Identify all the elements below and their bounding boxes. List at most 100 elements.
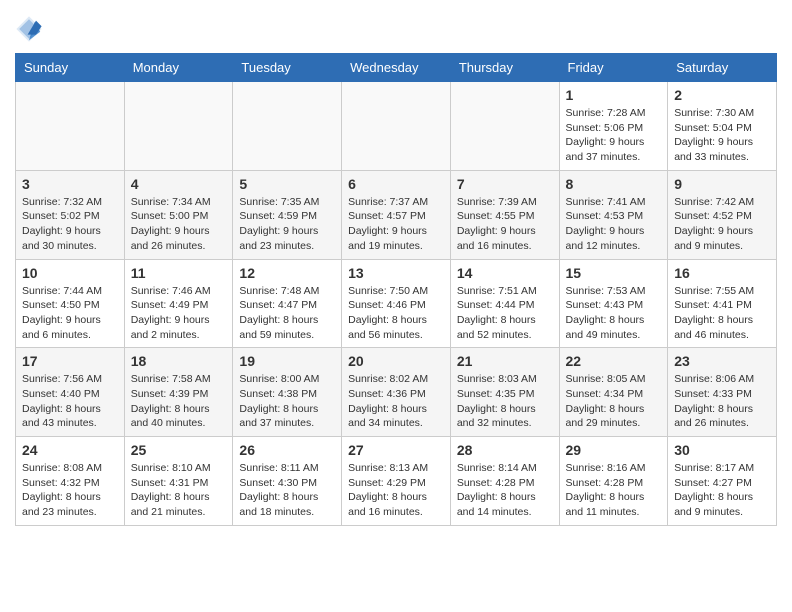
day-cell: 26 Sunrise: 8:11 AMSunset: 4:30 PMDayligh…: [233, 437, 342, 526]
day-number: 21: [457, 353, 553, 369]
day-number: 10: [22, 265, 118, 281]
day-number: 1: [566, 87, 662, 103]
day-cell: 8 Sunrise: 7:41 AMSunset: 4:53 PMDaylight…: [559, 170, 668, 259]
header-friday: Friday: [559, 54, 668, 82]
day-info: Sunrise: 7:28 AMSunset: 5:06 PMDaylight:…: [566, 106, 662, 165]
day-info: Sunrise: 8:05 AMSunset: 4:34 PMDaylight:…: [566, 372, 662, 431]
week-row-5: 24Sunrise: 8:08 AMSunset: 4:32 PMDayligh…: [16, 437, 777, 526]
day-number: 29: [566, 442, 662, 458]
day-info: Sunrise: 8:10 AMSunset: 4:31 PMDaylight:…: [131, 461, 227, 520]
day-number: 25: [131, 442, 227, 458]
header-saturday: Saturday: [668, 54, 777, 82]
calendar-header: SundayMondayTuesdayWednesdayThursdayFrid…: [16, 54, 777, 82]
logo-icon: [15, 15, 43, 43]
day-number: 5: [239, 176, 335, 192]
week-row-3: 10Sunrise: 7:44 AMSunset: 4:50 PMDayligh…: [16, 259, 777, 348]
day-cell: 16 Sunrise: 7:55 AMSunset: 4:41 PMDayligh…: [668, 259, 777, 348]
day-cell: 18 Sunrise: 7:58 AMSunset: 4:39 PMDayligh…: [124, 348, 233, 437]
day-number: 14: [457, 265, 553, 281]
day-info: Sunrise: 7:46 AMSunset: 4:49 PMDaylight:…: [131, 284, 227, 343]
day-number: 7: [457, 176, 553, 192]
day-info: Sunrise: 7:42 AMSunset: 4:52 PMDaylight:…: [674, 195, 770, 254]
day-cell: 11 Sunrise: 7:46 AMSunset: 4:49 PMDayligh…: [124, 259, 233, 348]
header-tuesday: Tuesday: [233, 54, 342, 82]
day-number: 30: [674, 442, 770, 458]
day-info: Sunrise: 7:53 AMSunset: 4:43 PMDaylight:…: [566, 284, 662, 343]
day-info: Sunrise: 7:30 AMSunset: 5:04 PMDaylight:…: [674, 106, 770, 165]
day-number: 2: [674, 87, 770, 103]
day-cell: 1 Sunrise: 7:28 AMSunset: 5:06 PMDaylight…: [559, 82, 668, 171]
day-number: 28: [457, 442, 553, 458]
day-cell: [342, 82, 451, 171]
day-info: Sunrise: 8:00 AMSunset: 4:38 PMDaylight:…: [239, 372, 335, 431]
day-number: 16: [674, 265, 770, 281]
header-wednesday: Wednesday: [342, 54, 451, 82]
day-cell: 13 Sunrise: 7:50 AMSunset: 4:46 PMDayligh…: [342, 259, 451, 348]
day-number: 19: [239, 353, 335, 369]
day-number: 3: [22, 176, 118, 192]
header-row: SundayMondayTuesdayWednesdayThursdayFrid…: [16, 54, 777, 82]
day-cell: 15 Sunrise: 7:53 AMSunset: 4:43 PMDayligh…: [559, 259, 668, 348]
day-info: Sunrise: 8:08 AMSunset: 4:32 PMDaylight:…: [22, 461, 118, 520]
day-number: 18: [131, 353, 227, 369]
week-row-4: 17 Sunrise: 7:56 AMSunset: 4:40 PMDayligh…: [16, 348, 777, 437]
day-cell: 25 Sunrise: 8:10 AMSunset: 4:31 PMDayligh…: [124, 437, 233, 526]
day-number: 13: [348, 265, 444, 281]
day-number: 15: [566, 265, 662, 281]
day-number: 22: [566, 353, 662, 369]
day-info: Sunrise: 7:39 AMSunset: 4:55 PMDaylight:…: [457, 195, 553, 254]
day-cell: 23 Sunrise: 8:06 AMSunset: 4:33 PMDayligh…: [668, 348, 777, 437]
day-cell: 24Sunrise: 8:08 AMSunset: 4:32 PMDayligh…: [16, 437, 125, 526]
day-cell: 22 Sunrise: 8:05 AMSunset: 4:34 PMDayligh…: [559, 348, 668, 437]
day-info: Sunrise: 7:55 AMSunset: 4:41 PMDaylight:…: [674, 284, 770, 343]
day-cell: 4 Sunrise: 7:34 AMSunset: 5:00 PMDaylight…: [124, 170, 233, 259]
day-info: Sunrise: 8:17 AMSunset: 4:27 PMDaylight:…: [674, 461, 770, 520]
day-number: 20: [348, 353, 444, 369]
day-cell: 7 Sunrise: 7:39 AMSunset: 4:55 PMDaylight…: [450, 170, 559, 259]
week-row-1: 1 Sunrise: 7:28 AMSunset: 5:06 PMDaylight…: [16, 82, 777, 171]
day-info: Sunrise: 7:50 AMSunset: 4:46 PMDaylight:…: [348, 284, 444, 343]
day-info: Sunrise: 7:48 AMSunset: 4:47 PMDaylight:…: [239, 284, 335, 343]
day-cell: 19 Sunrise: 8:00 AMSunset: 4:38 PMDayligh…: [233, 348, 342, 437]
day-info: Sunrise: 8:16 AMSunset: 4:28 PMDaylight:…: [566, 461, 662, 520]
day-cell: 12 Sunrise: 7:48 AMSunset: 4:47 PMDayligh…: [233, 259, 342, 348]
day-info: Sunrise: 7:58 AMSunset: 4:39 PMDaylight:…: [131, 372, 227, 431]
day-number: 17: [22, 353, 118, 369]
day-info: Sunrise: 7:56 AMSunset: 4:40 PMDaylight:…: [22, 372, 118, 431]
day-cell: 27 Sunrise: 8:13 AMSunset: 4:29 PMDayligh…: [342, 437, 451, 526]
calendar-table: SundayMondayTuesdayWednesdayThursdayFrid…: [15, 53, 777, 526]
day-info: Sunrise: 7:51 AMSunset: 4:44 PMDaylight:…: [457, 284, 553, 343]
day-info: Sunrise: 7:34 AMSunset: 5:00 PMDaylight:…: [131, 195, 227, 254]
day-number: 6: [348, 176, 444, 192]
day-info: Sunrise: 7:32 AMSunset: 5:02 PMDaylight:…: [22, 195, 118, 254]
day-number: 23: [674, 353, 770, 369]
day-cell: 10Sunrise: 7:44 AMSunset: 4:50 PMDayligh…: [16, 259, 125, 348]
day-cell: 2 Sunrise: 7:30 AMSunset: 5:04 PMDaylight…: [668, 82, 777, 171]
week-row-2: 3 Sunrise: 7:32 AMSunset: 5:02 PMDaylight…: [16, 170, 777, 259]
day-cell: 29 Sunrise: 8:16 AMSunset: 4:28 PMDayligh…: [559, 437, 668, 526]
day-cell: 28Sunrise: 8:14 AMSunset: 4:28 PMDayligh…: [450, 437, 559, 526]
day-info: Sunrise: 7:35 AMSunset: 4:59 PMDaylight:…: [239, 195, 335, 254]
day-info: Sunrise: 8:03 AMSunset: 4:35 PMDaylight:…: [457, 372, 553, 431]
day-number: 26: [239, 442, 335, 458]
day-cell: 9 Sunrise: 7:42 AMSunset: 4:52 PMDaylight…: [668, 170, 777, 259]
day-number: 12: [239, 265, 335, 281]
day-info: Sunrise: 7:37 AMSunset: 4:57 PMDaylight:…: [348, 195, 444, 254]
day-cell: [233, 82, 342, 171]
day-number: 11: [131, 265, 227, 281]
day-info: Sunrise: 7:41 AMSunset: 4:53 PMDaylight:…: [566, 195, 662, 254]
day-info: Sunrise: 8:02 AMSunset: 4:36 PMDaylight:…: [348, 372, 444, 431]
day-cell: 17 Sunrise: 7:56 AMSunset: 4:40 PMDayligh…: [16, 348, 125, 437]
day-cell: [450, 82, 559, 171]
day-cell: 5 Sunrise: 7:35 AMSunset: 4:59 PMDaylight…: [233, 170, 342, 259]
day-cell: 6 Sunrise: 7:37 AMSunset: 4:57 PMDaylight…: [342, 170, 451, 259]
day-number: 4: [131, 176, 227, 192]
day-number: 27: [348, 442, 444, 458]
day-info: Sunrise: 8:13 AMSunset: 4:29 PMDaylight:…: [348, 461, 444, 520]
header-thursday: Thursday: [450, 54, 559, 82]
day-info: Sunrise: 8:11 AMSunset: 4:30 PMDaylight:…: [239, 461, 335, 520]
day-info: Sunrise: 8:06 AMSunset: 4:33 PMDaylight:…: [674, 372, 770, 431]
day-number: 8: [566, 176, 662, 192]
page-container: SundayMondayTuesdayWednesdayThursdayFrid…: [0, 0, 792, 536]
day-number: 9: [674, 176, 770, 192]
